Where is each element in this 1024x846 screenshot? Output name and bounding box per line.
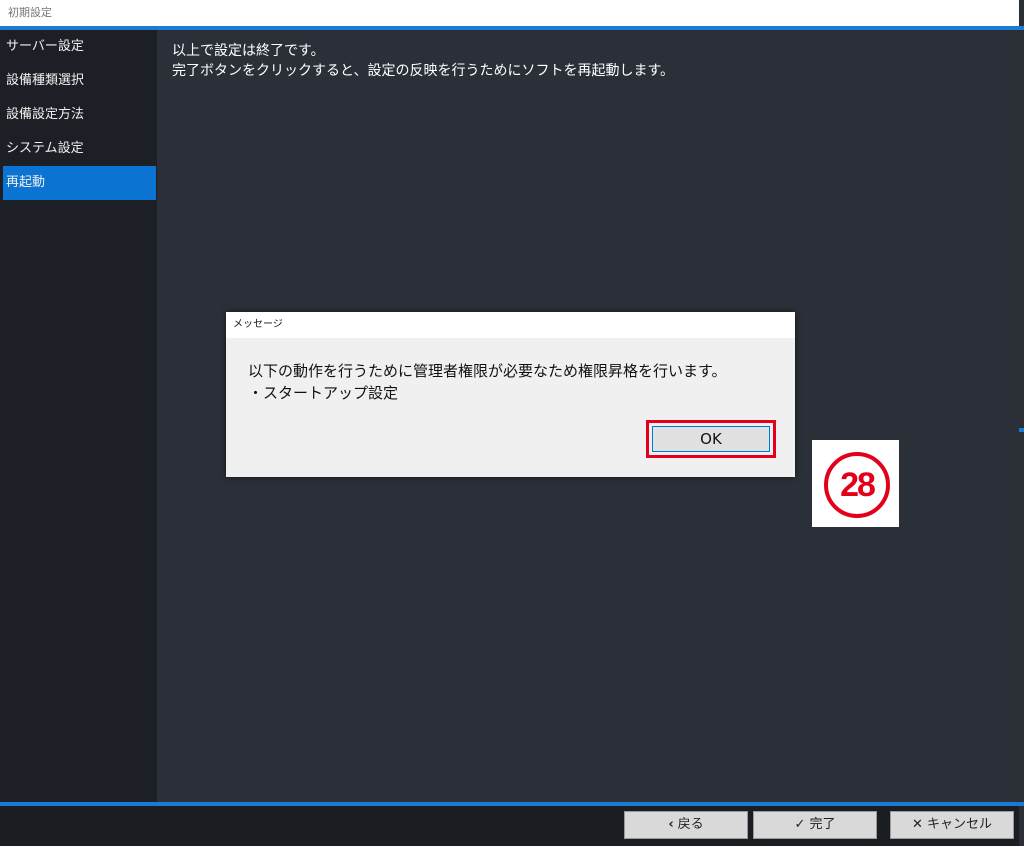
window-edge xyxy=(1019,0,1024,846)
content-message: 以上で設定は終了です。 完了ボタンをクリックすると、設定の反映を行うためにソフト… xyxy=(172,41,674,81)
ok-button[interactable]: OK xyxy=(652,426,770,452)
dialog-title: メッセージ xyxy=(226,312,795,338)
back-button-label: 戻る xyxy=(677,817,704,832)
content-line-2: 完了ボタンをクリックすると、設定の反映を行うためにソフトを再起動します。 xyxy=(172,63,675,79)
cancel-button[interactable]: ✕ キャンセル xyxy=(890,811,1014,839)
step-number-badge: 28 xyxy=(824,452,890,518)
finish-button-label: 完了 xyxy=(809,817,836,832)
edge-accent-top xyxy=(1019,26,1024,30)
finish-button[interactable]: ✓ 完了 xyxy=(753,811,877,839)
close-icon: ✕ xyxy=(912,817,923,832)
edge-accent-mid xyxy=(1019,428,1024,432)
dialog-message-line-2: ・スタートアップ設定 xyxy=(248,384,399,402)
sidebar-item-equipment-method[interactable]: 設備設定方法 xyxy=(0,98,157,132)
sidebar-item-server-settings[interactable]: サーバー設定 xyxy=(0,30,157,64)
sidebar-item-equipment-type[interactable]: 設備種類選択 xyxy=(0,64,157,98)
cancel-button-label: キャンセル xyxy=(926,817,992,832)
sidebar-item-system-settings[interactable]: システム設定 xyxy=(0,132,157,166)
chevron-left-icon: ‹ xyxy=(668,817,674,832)
edge-accent-bottom xyxy=(1019,802,1024,806)
sidebar-item-restart[interactable]: 再起動 xyxy=(3,166,156,200)
sidebar: サーバー設定 設備種類選択 設備設定方法 システム設定 再起動 xyxy=(0,30,157,802)
content-line-1: 以上で設定は終了です。 xyxy=(172,43,325,59)
window-title: 初期設定 xyxy=(0,0,1019,26)
footer-bar: ‹ 戻る ✓ 完了 ✕ キャンセル xyxy=(0,806,1019,846)
message-dialog: メッセージ 以下の動作を行うために管理者権限が必要なため権限昇格を行います。 ・… xyxy=(226,312,795,477)
step-annotation: 28 xyxy=(812,440,899,527)
back-button[interactable]: ‹ 戻る xyxy=(624,811,748,839)
check-icon: ✓ xyxy=(794,817,806,832)
dialog-message: 以下の動作を行うために管理者権限が必要なため権限昇格を行います。 ・スタートアッ… xyxy=(248,360,727,404)
dialog-message-line-1: 以下の動作を行うために管理者権限が必要なため権限昇格を行います。 xyxy=(248,362,727,380)
